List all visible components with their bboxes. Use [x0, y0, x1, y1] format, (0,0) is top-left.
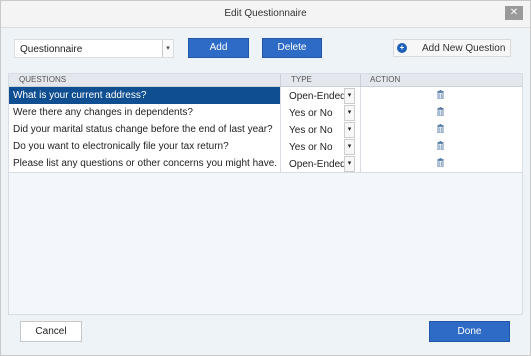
dropdown-arrow-icon: ▾: [344, 156, 355, 172]
done-button[interactable]: Done: [429, 321, 510, 342]
dropdown-arrow-icon: ▾: [344, 88, 355, 104]
trash-icon[interactable]: [437, 107, 444, 116]
delete-button[interactable]: Delete: [262, 38, 322, 58]
type-select[interactable]: Yes or No ▾: [282, 139, 355, 155]
question-text[interactable]: Do you want to electronically file your …: [9, 138, 281, 155]
question-text[interactable]: Did your marital status change before th…: [9, 121, 281, 138]
question-text[interactable]: Please list any questions or other conce…: [9, 155, 281, 172]
add-new-question-button[interactable]: + Add New Question: [393, 39, 511, 57]
table-header: QUESTIONS TYPE ACTION: [9, 74, 522, 87]
dropdown-arrow-icon: ▾: [162, 40, 173, 57]
header-questions: QUESTIONS: [19, 75, 67, 84]
edit-questionnaire-dialog: Edit Questionnaire ✕ Questionnaire ▾ Add…: [0, 0, 531, 356]
close-button[interactable]: ✕: [505, 6, 523, 20]
type-value: Open-Ended: [289, 91, 346, 102]
dropdown-arrow-icon: ▾: [344, 139, 355, 155]
trash-icon[interactable]: [437, 124, 444, 133]
type-value: Yes or No: [289, 142, 333, 153]
header-type: TYPE: [291, 75, 312, 84]
add-new-question-label: Add New Question: [422, 43, 506, 54]
cancel-button[interactable]: Cancel: [20, 321, 82, 342]
type-select[interactable]: Yes or No ▾: [282, 122, 355, 138]
questionnaire-select-value: Questionnaire: [20, 44, 83, 55]
table-row[interactable]: Did your marital status change before th…: [9, 121, 522, 139]
close-icon: ✕: [509, 7, 519, 18]
table-row[interactable]: Please list any questions or other conce…: [9, 155, 522, 173]
title-bar: Edit Questionnaire ✕: [1, 1, 530, 28]
dialog-title: Edit Questionnaire: [224, 8, 307, 19]
question-text[interactable]: Were there any changes in dependents?: [9, 104, 281, 121]
questions-table: QUESTIONS TYPE ACTION What is your curre…: [8, 73, 523, 315]
type-value: Yes or No: [289, 125, 333, 136]
table-row[interactable]: Do you want to electronically file your …: [9, 138, 522, 156]
type-select[interactable]: Yes or No ▾: [282, 105, 355, 121]
dropdown-arrow-icon: ▾: [344, 105, 355, 121]
add-button[interactable]: Add: [188, 38, 249, 58]
type-select[interactable]: Open-Ended ▾: [282, 88, 355, 104]
type-select[interactable]: Open-Ended ▾: [282, 156, 355, 172]
type-value: Open-Ended: [289, 159, 346, 170]
trash-icon[interactable]: [437, 90, 444, 99]
type-value: Yes or No: [289, 108, 333, 119]
header-action: ACTION: [370, 75, 401, 84]
questionnaire-select[interactable]: Questionnaire ▾: [14, 39, 174, 58]
dropdown-arrow-icon: ▾: [344, 122, 355, 138]
trash-icon[interactable]: [437, 141, 444, 150]
table-row[interactable]: Were there any changes in dependents? Yes…: [9, 104, 522, 122]
plus-circle-icon: +: [397, 43, 407, 53]
table-row[interactable]: What is your current address? Open-Ended ▾: [9, 87, 522, 105]
trash-icon[interactable]: [437, 158, 444, 167]
question-text[interactable]: What is your current address?: [9, 87, 281, 104]
